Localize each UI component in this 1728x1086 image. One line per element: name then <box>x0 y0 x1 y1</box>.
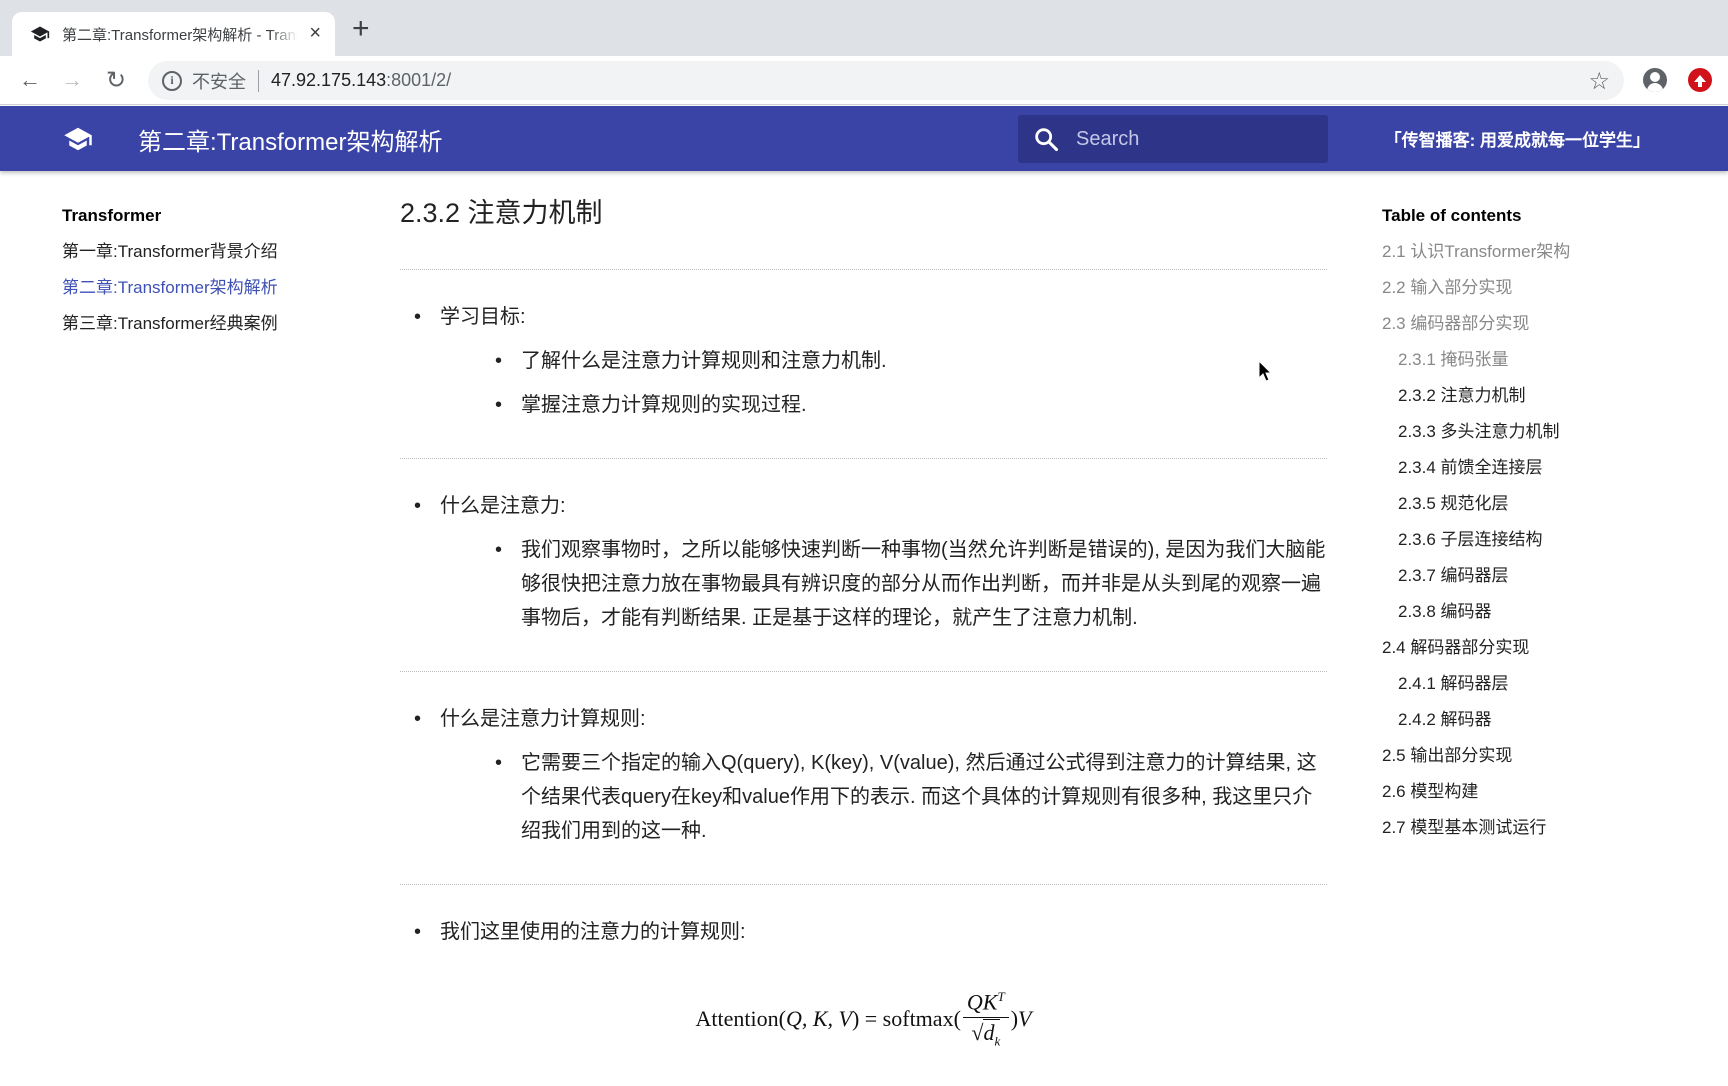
section-label: 什么是注意力计算规则: <box>440 708 646 730</box>
left-navigation: Transformer 第一章:Transformer背景介绍 第二章:Tran… <box>62 204 362 348</box>
url-host[interactable]: 47.92.175.143 <box>271 70 386 91</box>
url-path[interactable]: :8001/2/ <box>386 70 451 91</box>
section-label: 什么是注意力: <box>440 495 566 517</box>
main-content: 2.3.2 注意力机制 学习目标: 了解什么是注意力计算规则和注意力机制. 掌握… <box>400 195 1327 1086</box>
formula-rhs-var: V <box>1018 1006 1032 1032</box>
formula-numerator: QKT <box>962 989 1009 1019</box>
formula-lhs-close: ) = softmax( <box>851 1006 961 1032</box>
list-item: 什么是注意力: 我们观察事物时，之所以能够快速判断一种事物(当然允许判断是错误的… <box>400 489 1327 635</box>
section-attention-rule: 什么是注意力计算规则: 它需要三个指定的输入Q(query), K(key), … <box>400 672 1327 884</box>
address-bar[interactable]: i 不安全 47.92.175.143:8001/2/ ☆ <box>148 61 1624 100</box>
toc-item[interactable]: 2.5 输出部分实现 <box>1382 744 1712 780</box>
section-what-is-attention: 什么是注意力: 我们观察事物时，之所以能够快速判断一种事物(当然允许判断是错误的… <box>400 459 1327 671</box>
numerator-superscript: T <box>997 989 1005 1004</box>
site-header: 第二章:Transformer架构解析 「传智播客: 用爱成就每一位学生」 <box>0 106 1728 171</box>
info-icon[interactable]: i <box>162 70 182 91</box>
toc-item[interactable]: 2.3.7 编码器层 <box>1382 564 1712 600</box>
toc-item[interactable]: 2.3.5 规范化层 <box>1382 492 1712 528</box>
search-input[interactable] <box>1076 127 1306 151</box>
denominator-subscript: k <box>994 1033 1001 1049</box>
toc-item[interactable]: 2.6 模型构建 <box>1382 780 1712 816</box>
toc-item[interactable]: 2.7 模型基本测试运行 <box>1382 816 1712 852</box>
up-arrow-glyph <box>1694 74 1706 87</box>
toc-list: 2.1 认识Transformer架构 2.2 输入部分实现 2.3 编码器部分实现… <box>1382 240 1712 852</box>
nav-title: Transformer <box>62 206 162 225</box>
search-box[interactable] <box>1018 115 1328 163</box>
reload-icon[interactable]: ↻ <box>102 66 130 94</box>
list-item: 了解什么是注意力计算规则和注意力机制. <box>440 344 1327 378</box>
toc-item[interactable]: 2.3.2 注意力机制 <box>1382 384 1712 420</box>
formula-lhs: Attention( <box>695 1006 786 1032</box>
nav-item-chapter-1[interactable]: 第一章:Transformer背景介绍 <box>62 240 362 276</box>
toc-item[interactable]: 2.3 编码器部分实现 <box>1382 312 1712 348</box>
new-tab-button[interactable]: + <box>352 14 370 44</box>
mouse-cursor-icon <box>1258 360 1273 382</box>
sqrt-symbol: √ <box>971 1020 984 1046</box>
toc-item[interactable]: 2.3.8 编码器 <box>1382 600 1712 636</box>
profile-avatar-icon[interactable] <box>1643 68 1667 92</box>
search-icon <box>1035 128 1059 152</box>
attention-formula: Attention(Q, K, V) = softmax( QKT √dk ) V <box>400 989 1327 1050</box>
toc-item[interactable]: 2.4 解码器部分实现 <box>1382 636 1712 672</box>
toc-item[interactable]: 2.3.3 多头注意力机制 <box>1382 420 1712 456</box>
nav-item-chapter-2[interactable]: 第二章:Transformer架构解析 <box>62 276 362 312</box>
avatar-body <box>1647 83 1663 92</box>
denominator-radicand: dk <box>983 1019 1001 1049</box>
formula-lhs-args: Q, K, V <box>785 1006 852 1032</box>
formula-denominator: √dk <box>971 1018 1001 1049</box>
omnibox-separator <box>258 69 259 92</box>
section-our-attention-rule: 我们这里使用的注意力的计算规则: Attention(Q, K, V) = so… <box>400 885 1327 1086</box>
graduation-cap-logo-icon[interactable] <box>62 124 94 154</box>
toc-item[interactable]: 2.1 认识Transformer架构 <box>1382 240 1712 276</box>
nav-item-chapter-3[interactable]: 第三章:Transformer经典案例 <box>62 312 362 348</box>
section-label: 学习目标: <box>440 306 526 328</box>
browser-toolbar: ← → ↻ i 不安全 47.92.175.143:8001/2/ ☆ <box>0 56 1728 105</box>
formula-rhs-close: ) <box>1010 1006 1019 1032</box>
browser-tab[interactable]: 第二章:Transformer架构解析 - Transformer × <box>12 12 335 56</box>
formula-fraction: QKT √dk <box>962 989 1009 1050</box>
site-tagline: 「传智播客: 用爱成就每一位学生」 <box>1384 131 1650 150</box>
graduation-cap-icon <box>30 26 50 42</box>
toc-item[interactable]: 2.2 输入部分实现 <box>1382 276 1712 312</box>
toc-item[interactable]: 2.3.1 掩码张量 <box>1382 348 1712 384</box>
page-heading: 2.3.2 注意力机制 <box>400 198 603 228</box>
bookmark-star-icon[interactable]: ☆ <box>1588 67 1610 96</box>
browser-tab-bar: 第二章:Transformer架构解析 - Transformer × + <box>0 0 1728 56</box>
section-learning-goals: 学习目标: 了解什么是注意力计算规则和注意力机制. 掌握注意力计算规则的实现过程… <box>400 270 1327 458</box>
tab-title: 第二章:Transformer架构解析 - Transformer <box>62 26 298 44</box>
toc-title: Table of contents <box>1382 206 1522 225</box>
extension-upload-icon[interactable] <box>1688 68 1712 92</box>
back-arrow-icon[interactable]: ← <box>16 66 44 94</box>
section-label: 我们这里使用的注意力的计算规则: <box>440 921 746 943</box>
list-item: 掌握注意力计算规则的实现过程. <box>440 388 1327 422</box>
list-item: 我们这里使用的注意力的计算规则: <box>400 915 1327 949</box>
avatar-head <box>1650 72 1660 82</box>
denominator-text: d <box>983 1020 995 1046</box>
security-label[interactable]: 不安全 <box>192 68 246 94</box>
toc-item[interactable]: 2.4.1 解码器层 <box>1382 672 1712 708</box>
toc-item[interactable]: 2.4.2 解码器 <box>1382 708 1712 744</box>
list-item: 它需要三个指定的输入Q(query), K(key), V(value), 然后… <box>440 746 1327 848</box>
close-tab-icon[interactable]: × <box>309 22 321 45</box>
forward-arrow-icon[interactable]: → <box>58 66 86 94</box>
list-item: 学习目标: 了解什么是注意力计算规则和注意力机制. 掌握注意力计算规则的实现过程… <box>400 300 1327 422</box>
list-item: 什么是注意力计算规则: 它需要三个指定的输入Q(query), K(key), … <box>400 702 1327 848</box>
site-title[interactable]: 第二章:Transformer架构解析 <box>138 122 442 157</box>
table-of-contents: Table of contents 2.1 认识Transformer架构 2.2… <box>1382 204 1712 852</box>
list-item: 我们观察事物时，之所以能够快速判断一种事物(当然允许判断是错误的), 是因为我们… <box>440 533 1327 635</box>
numerator-text: QK <box>966 989 998 1015</box>
toc-item[interactable]: 2.3.4 前馈全连接层 <box>1382 456 1712 492</box>
toc-item[interactable]: 2.3.6 子层连接结构 <box>1382 528 1712 564</box>
